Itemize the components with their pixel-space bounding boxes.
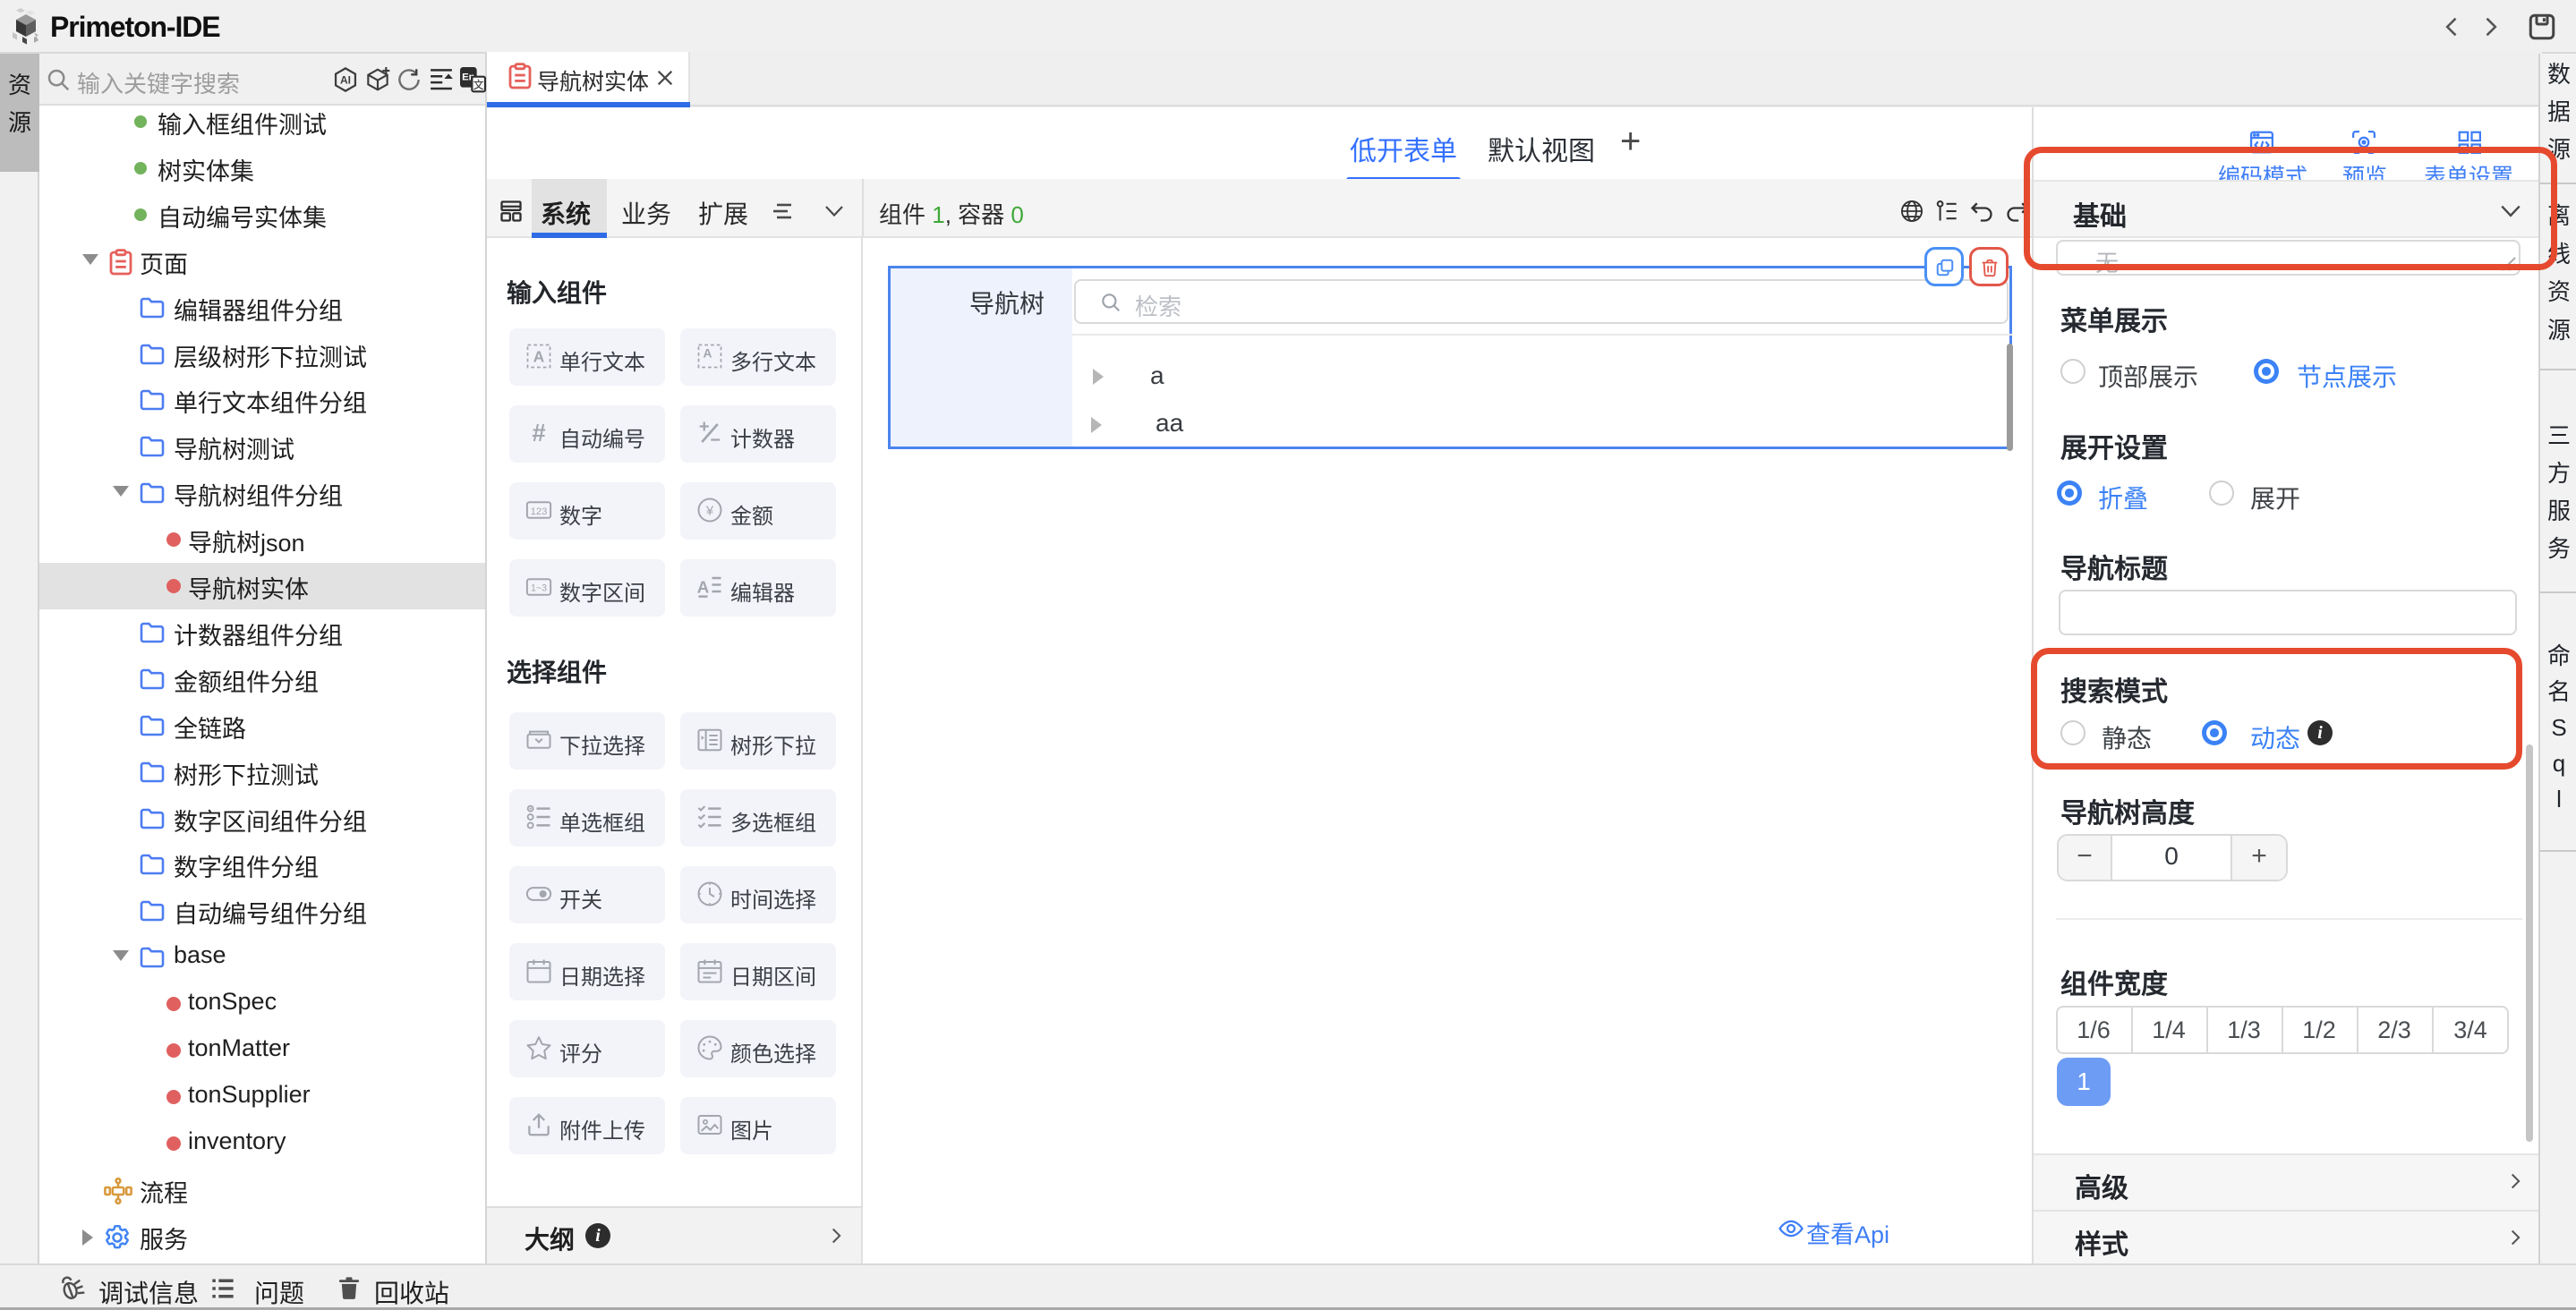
svg-text:1~3: 1~3 <box>531 583 547 593</box>
svg-text:¥: ¥ <box>705 504 714 519</box>
svg-text:A: A <box>704 346 712 360</box>
svg-text:A: A <box>533 347 545 365</box>
svg-text:#: # <box>532 420 545 447</box>
svg-text:A: A <box>697 577 710 596</box>
svg-text:AI: AI <box>340 74 351 87</box>
svg-text:文: 文 <box>473 78 484 91</box>
svg-text:123: 123 <box>531 506 548 517</box>
